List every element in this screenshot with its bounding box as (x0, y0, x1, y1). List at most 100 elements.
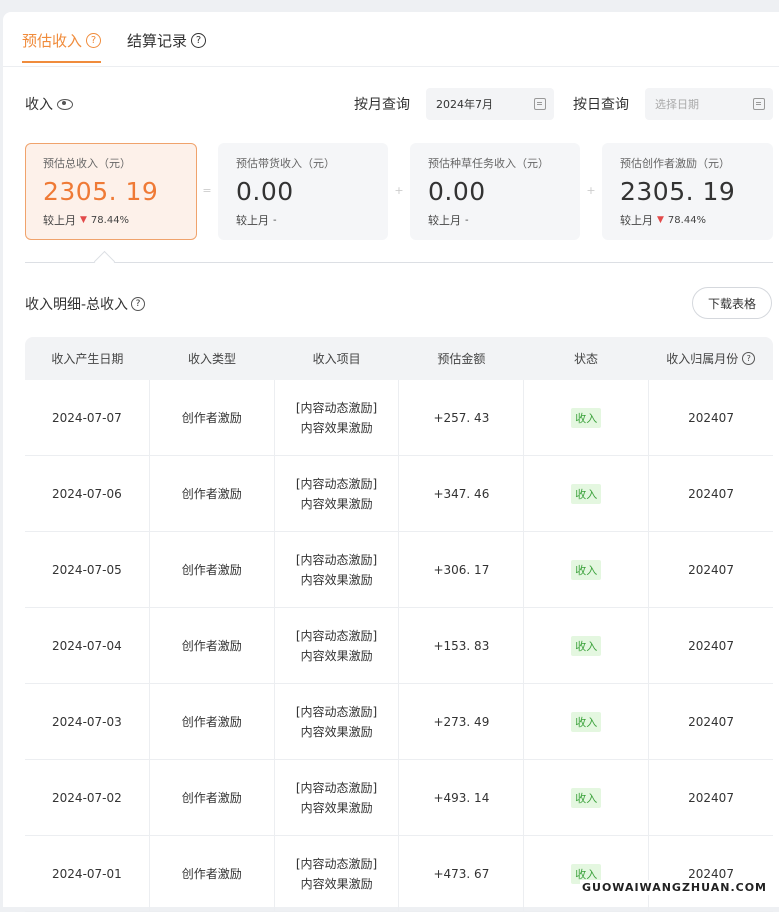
cell-item: [内容动态激励] 内容效果激励 (275, 684, 400, 759)
download-table-button[interactable]: 下载表格 (692, 287, 772, 319)
card-compare: 较上月 ▼ 78.44% (620, 212, 773, 228)
help-icon[interactable]: ? (191, 33, 207, 48)
col-amount: 预估金额 (437, 352, 486, 366)
card-value: 0.00 (236, 177, 294, 206)
status-badge: 收入 (571, 787, 602, 808)
cell-type: 创作者激励 (150, 456, 275, 531)
col-status: 状态 (574, 352, 599, 366)
cell-item: [内容动态激励] 内容效果激励 (275, 456, 400, 531)
card-compare: 较上月 - (428, 212, 580, 228)
cell-item: [内容动态激励] 内容效果激励 (275, 836, 400, 911)
cell-item: [内容动态激励] 内容效果激励 (275, 760, 400, 835)
cell-amount: +273. 49 (399, 684, 525, 759)
cell-month: 202407 (688, 790, 734, 805)
help-icon[interactable]: ? (742, 352, 756, 365)
item-line-2: 内容效果激励 (300, 648, 373, 663)
col-month-label: 收入归属月份 (666, 352, 739, 366)
card-title: 预估带货收入（元） (236, 157, 335, 170)
cell-item: [内容动态激励] 内容效果激励 (275, 380, 400, 455)
compare-label: 较上月 (43, 214, 76, 227)
detail-title: 收入明细-总收入 ? (25, 294, 146, 314)
cell-month: 202407 (688, 562, 734, 577)
item-line-2: 内容效果激励 (300, 724, 373, 739)
eye-icon[interactable] (57, 98, 73, 110)
calendar-icon (534, 98, 546, 110)
cell-month: 202407 (688, 638, 734, 653)
cell-type: 创作者激励 (150, 836, 275, 911)
cell-type: 创作者激励 (150, 380, 275, 455)
card-compare: 较上月 - (236, 212, 388, 228)
item-line-1: [内容动态激励] (295, 628, 378, 643)
tab-label: 结算记录 (127, 32, 188, 50)
cell-status: 收入 (524, 608, 650, 683)
cell-amount: +473. 67 (399, 836, 525, 911)
tab-estimated-income[interactable]: 预估收入 ? (22, 30, 102, 63)
day-picker[interactable]: 选择日期 (645, 88, 773, 120)
table-header: 收入产生日期 收入类型 收入项目 预估金额 状态 收入归属月份 ? (25, 337, 773, 380)
cell-status: 收入 (524, 836, 650, 911)
status-badge: 收入 (571, 483, 602, 504)
cell-item: [内容动态激励] 内容效果激励 (275, 532, 400, 607)
status-badge: 收入 (571, 635, 602, 656)
cell-status: 收入 (524, 456, 650, 531)
item-line-2: 内容效果激励 (300, 572, 373, 587)
status-badge: 收入 (571, 559, 602, 580)
section-divider (25, 262, 773, 263)
col-type: 收入类型 (188, 352, 237, 366)
card-creator-incentive[interactable]: 预估创作者激励（元） 2305. 19 较上月 ▼ 78.44% (602, 143, 773, 240)
income-table: 收入产生日期 收入类型 收入项目 预估金额 状态 收入归属月份 ? 2024-0… (25, 337, 773, 912)
plus-icon: + (585, 184, 597, 198)
item-line-2: 内容效果激励 (300, 420, 373, 435)
cell-month: 202407 (688, 486, 734, 501)
col-month: 收入归属月份 ? (648, 337, 773, 380)
card-goods-income[interactable]: 预估带货收入（元） 0.00 较上月 - (218, 143, 388, 240)
tab-settlement-records[interactable]: 结算记录 ? (127, 30, 207, 63)
income-label-text: 收入 (25, 97, 53, 113)
income-section-label: 收入 (25, 94, 73, 114)
item-line-1: [内容动态激励] (295, 780, 378, 795)
card-compare: 较上月 ▼ 78.44% (43, 212, 196, 228)
down-arrow-icon: ▼ (80, 215, 87, 225)
table-row: 2024-07-02 创作者激励 [内容动态激励] 内容效果激励 +493. 1… (25, 760, 773, 836)
month-picker[interactable]: 2024年7月 (426, 88, 554, 120)
cell-date: 2024-07-04 (25, 608, 150, 683)
detail-title-text: 收入明细-总收入 (25, 297, 129, 313)
status-badge: 收入 (571, 407, 602, 428)
table-row: 2024-07-07 创作者激励 [内容动态激励] 内容效果激励 +257. 4… (25, 380, 773, 456)
cell-status: 收入 (524, 684, 650, 759)
card-total-income[interactable]: 预估总收入（元） 2305. 19 较上月 ▼ 78.44% (25, 143, 197, 240)
table-body: 2024-07-07 创作者激励 [内容动态激励] 内容效果激励 +257. 4… (25, 380, 773, 912)
down-arrow-icon: ▼ (657, 215, 664, 225)
item-line-2: 内容效果激励 (300, 876, 373, 891)
cell-date: 2024-07-02 (25, 760, 150, 835)
cell-type: 创作者激励 (150, 532, 275, 607)
card-title: 预估种草任务收入（元） (428, 157, 549, 170)
calendar-icon (753, 98, 765, 110)
tab-label: 预估收入 (22, 32, 83, 50)
month-query-label: 按月查询 (354, 97, 410, 113)
card-value: 2305. 19 (620, 177, 736, 206)
cell-month: 202407 (688, 866, 734, 881)
tabs-divider (3, 66, 779, 67)
item-line-1: [内容动态激励] (295, 476, 378, 491)
compare-pct: - (465, 214, 469, 226)
help-icon[interactable]: ? (131, 297, 146, 311)
cell-type: 创作者激励 (150, 760, 275, 835)
item-line-1: [内容动态激励] (295, 856, 378, 871)
equals-icon: = (201, 184, 213, 198)
compare-pct: 78.44% (90, 214, 130, 226)
item-line-2: 内容效果激励 (300, 496, 373, 511)
item-line-1: [内容动态激励] (295, 704, 378, 719)
compare-label: 较上月 (236, 214, 269, 227)
cell-month: 202407 (688, 410, 734, 425)
table-row: 2024-07-06 创作者激励 [内容动态激励] 内容效果激励 +347. 4… (25, 456, 773, 532)
item-line-1: [内容动态激励] (295, 552, 378, 567)
compare-label: 较上月 (620, 214, 653, 227)
help-icon[interactable]: ? (86, 33, 102, 48)
card-seeding-task-income[interactable]: 预估种草任务收入（元） 0.00 较上月 - (410, 143, 580, 240)
compare-label: 较上月 (428, 214, 461, 227)
table-row: 2024-07-05 创作者激励 [内容动态激励] 内容效果激励 +306. 1… (25, 532, 773, 608)
card-title: 预估总收入（元） (43, 157, 131, 170)
day-query-label: 按日查询 (573, 97, 629, 113)
table-row: 2024-07-04 创作者激励 [内容动态激励] 内容效果激励 +153. 8… (25, 608, 773, 684)
